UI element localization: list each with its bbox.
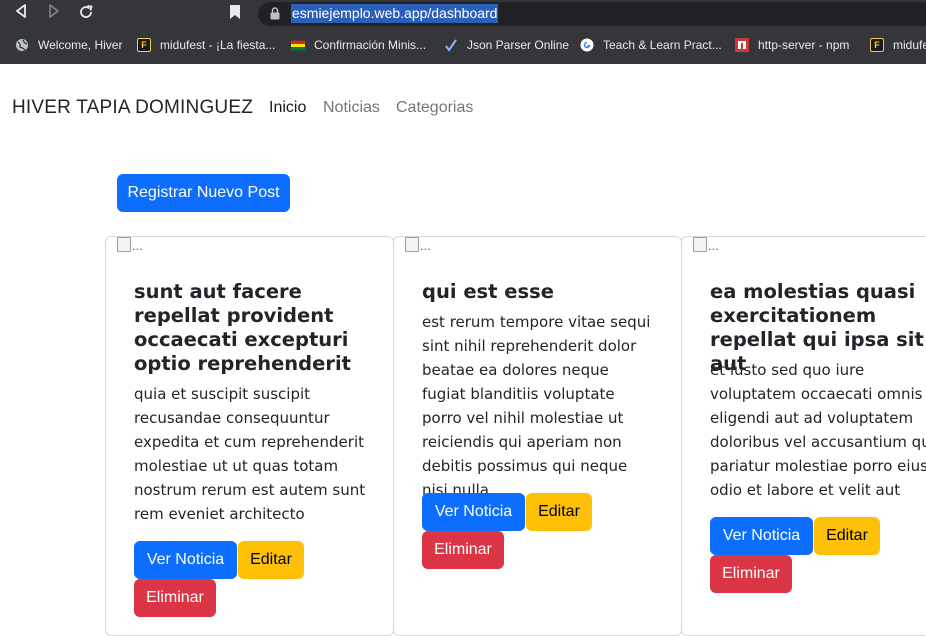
address-bar-row: esmiejemplo.web.app/dashboard bbox=[0, 0, 926, 28]
broken-image-icon bbox=[693, 237, 707, 252]
card-image: ... bbox=[117, 237, 143, 255]
post-card: ... sunt aut facere repellat provident o… bbox=[105, 236, 394, 636]
flag-icon bbox=[291, 38, 305, 52]
npm-icon bbox=[735, 38, 749, 52]
bookmark-label: Welcome, Hiver bbox=[38, 38, 123, 52]
bookmark-midufest-2[interactable]: F midufe bbox=[870, 28, 926, 62]
url-text[interactable]: esmiejemplo.web.app/dashboard bbox=[291, 4, 499, 23]
bookmark-confirmacion[interactable]: Confirmación Minis... bbox=[291, 28, 426, 62]
bookmark-label: midufest - ¡La fiesta... bbox=[160, 38, 276, 52]
card-image: ... bbox=[405, 237, 431, 255]
globe-icon bbox=[15, 38, 29, 52]
google-icon bbox=[580, 38, 594, 52]
bookmark-label: Json Parser Online bbox=[467, 38, 570, 52]
card-title: sunt aut facere repellat provident occae… bbox=[134, 280, 351, 375]
edit-button[interactable]: Editar bbox=[238, 541, 304, 579]
check-icon bbox=[444, 38, 458, 52]
edit-button[interactable]: Editar bbox=[814, 517, 880, 555]
bookmark-label: Confirmación Minis... bbox=[314, 38, 427, 52]
midudev-f-icon: F bbox=[870, 38, 884, 52]
navbar-brand[interactable]: HIVER TAPIA DOMINGUEZ bbox=[12, 97, 253, 119]
post-card: ... qui est esse est rerum tempore vitae… bbox=[393, 236, 682, 636]
nav-link-noticias[interactable]: Noticias bbox=[323, 99, 380, 117]
site-navbar: HIVER TAPIA DOMINGUEZ Inicio Noticias Ca… bbox=[0, 64, 926, 152]
bookmark-midufest[interactable]: F midufest - ¡La fiesta... bbox=[137, 28, 275, 62]
card-text: et iusto sed quo iure voluptatem occaeca… bbox=[710, 361, 926, 499]
card-text: quia et suscipit suscipit recusandae con… bbox=[134, 385, 366, 523]
broken-image-icon bbox=[117, 237, 131, 252]
delete-button[interactable]: Eliminar bbox=[134, 579, 216, 617]
edit-button[interactable]: Editar bbox=[526, 493, 592, 531]
bookmark-label: Teach & Learn Pract... bbox=[603, 38, 722, 52]
view-news-button[interactable]: Ver Noticia bbox=[422, 493, 525, 531]
nav-link-categorias[interactable]: Categorias bbox=[396, 99, 473, 117]
omnibox[interactable]: esmiejemplo.web.app/dashboard bbox=[258, 2, 926, 26]
bookmarks-bar: Welcome, Hiver F midufest - ¡La fiesta..… bbox=[0, 28, 926, 64]
post-card: ... ea molestias quasi exercitationem re… bbox=[681, 236, 926, 636]
card-image: ... bbox=[693, 237, 719, 255]
midudev-f-icon: F bbox=[137, 38, 151, 52]
bookmark-http-server[interactable]: http-server - npm bbox=[735, 28, 849, 62]
image-alt-text: ... bbox=[708, 238, 719, 253]
bookmark-label: http-server - npm bbox=[758, 38, 850, 52]
register-post-button[interactable]: Registrar Nuevo Post bbox=[117, 174, 290, 212]
bookmark-label: midufe bbox=[893, 38, 926, 52]
delete-button[interactable]: Eliminar bbox=[422, 531, 504, 569]
image-alt-text: ... bbox=[132, 238, 143, 253]
back-arrow-icon[interactable] bbox=[11, 4, 31, 24]
delete-button[interactable]: Eliminar bbox=[710, 555, 792, 593]
view-news-button[interactable]: Ver Noticia bbox=[710, 517, 813, 555]
card-title: qui est esse bbox=[422, 280, 554, 303]
bookmark-teach-learn[interactable]: Teach & Learn Pract... bbox=[580, 28, 722, 62]
lock-icon[interactable] bbox=[270, 7, 282, 21]
card-text: est rerum tempore vitae sequi sint nihil… bbox=[422, 313, 651, 499]
nav-link-inicio[interactable]: Inicio bbox=[269, 99, 306, 117]
reload-icon[interactable] bbox=[76, 4, 96, 24]
bookmark-welcome[interactable]: Welcome, Hiver bbox=[15, 28, 122, 62]
bookmark-json-parser[interactable]: Json Parser Online bbox=[444, 28, 569, 62]
image-alt-text: ... bbox=[420, 238, 431, 253]
broken-image-icon bbox=[405, 237, 419, 252]
browser-chrome: esmiejemplo.web.app/dashboard Welcome, H… bbox=[0, 0, 926, 64]
view-news-button[interactable]: Ver Noticia bbox=[134, 541, 237, 579]
forward-arrow-icon[interactable] bbox=[44, 4, 64, 24]
bookmark-icon[interactable] bbox=[229, 4, 243, 22]
